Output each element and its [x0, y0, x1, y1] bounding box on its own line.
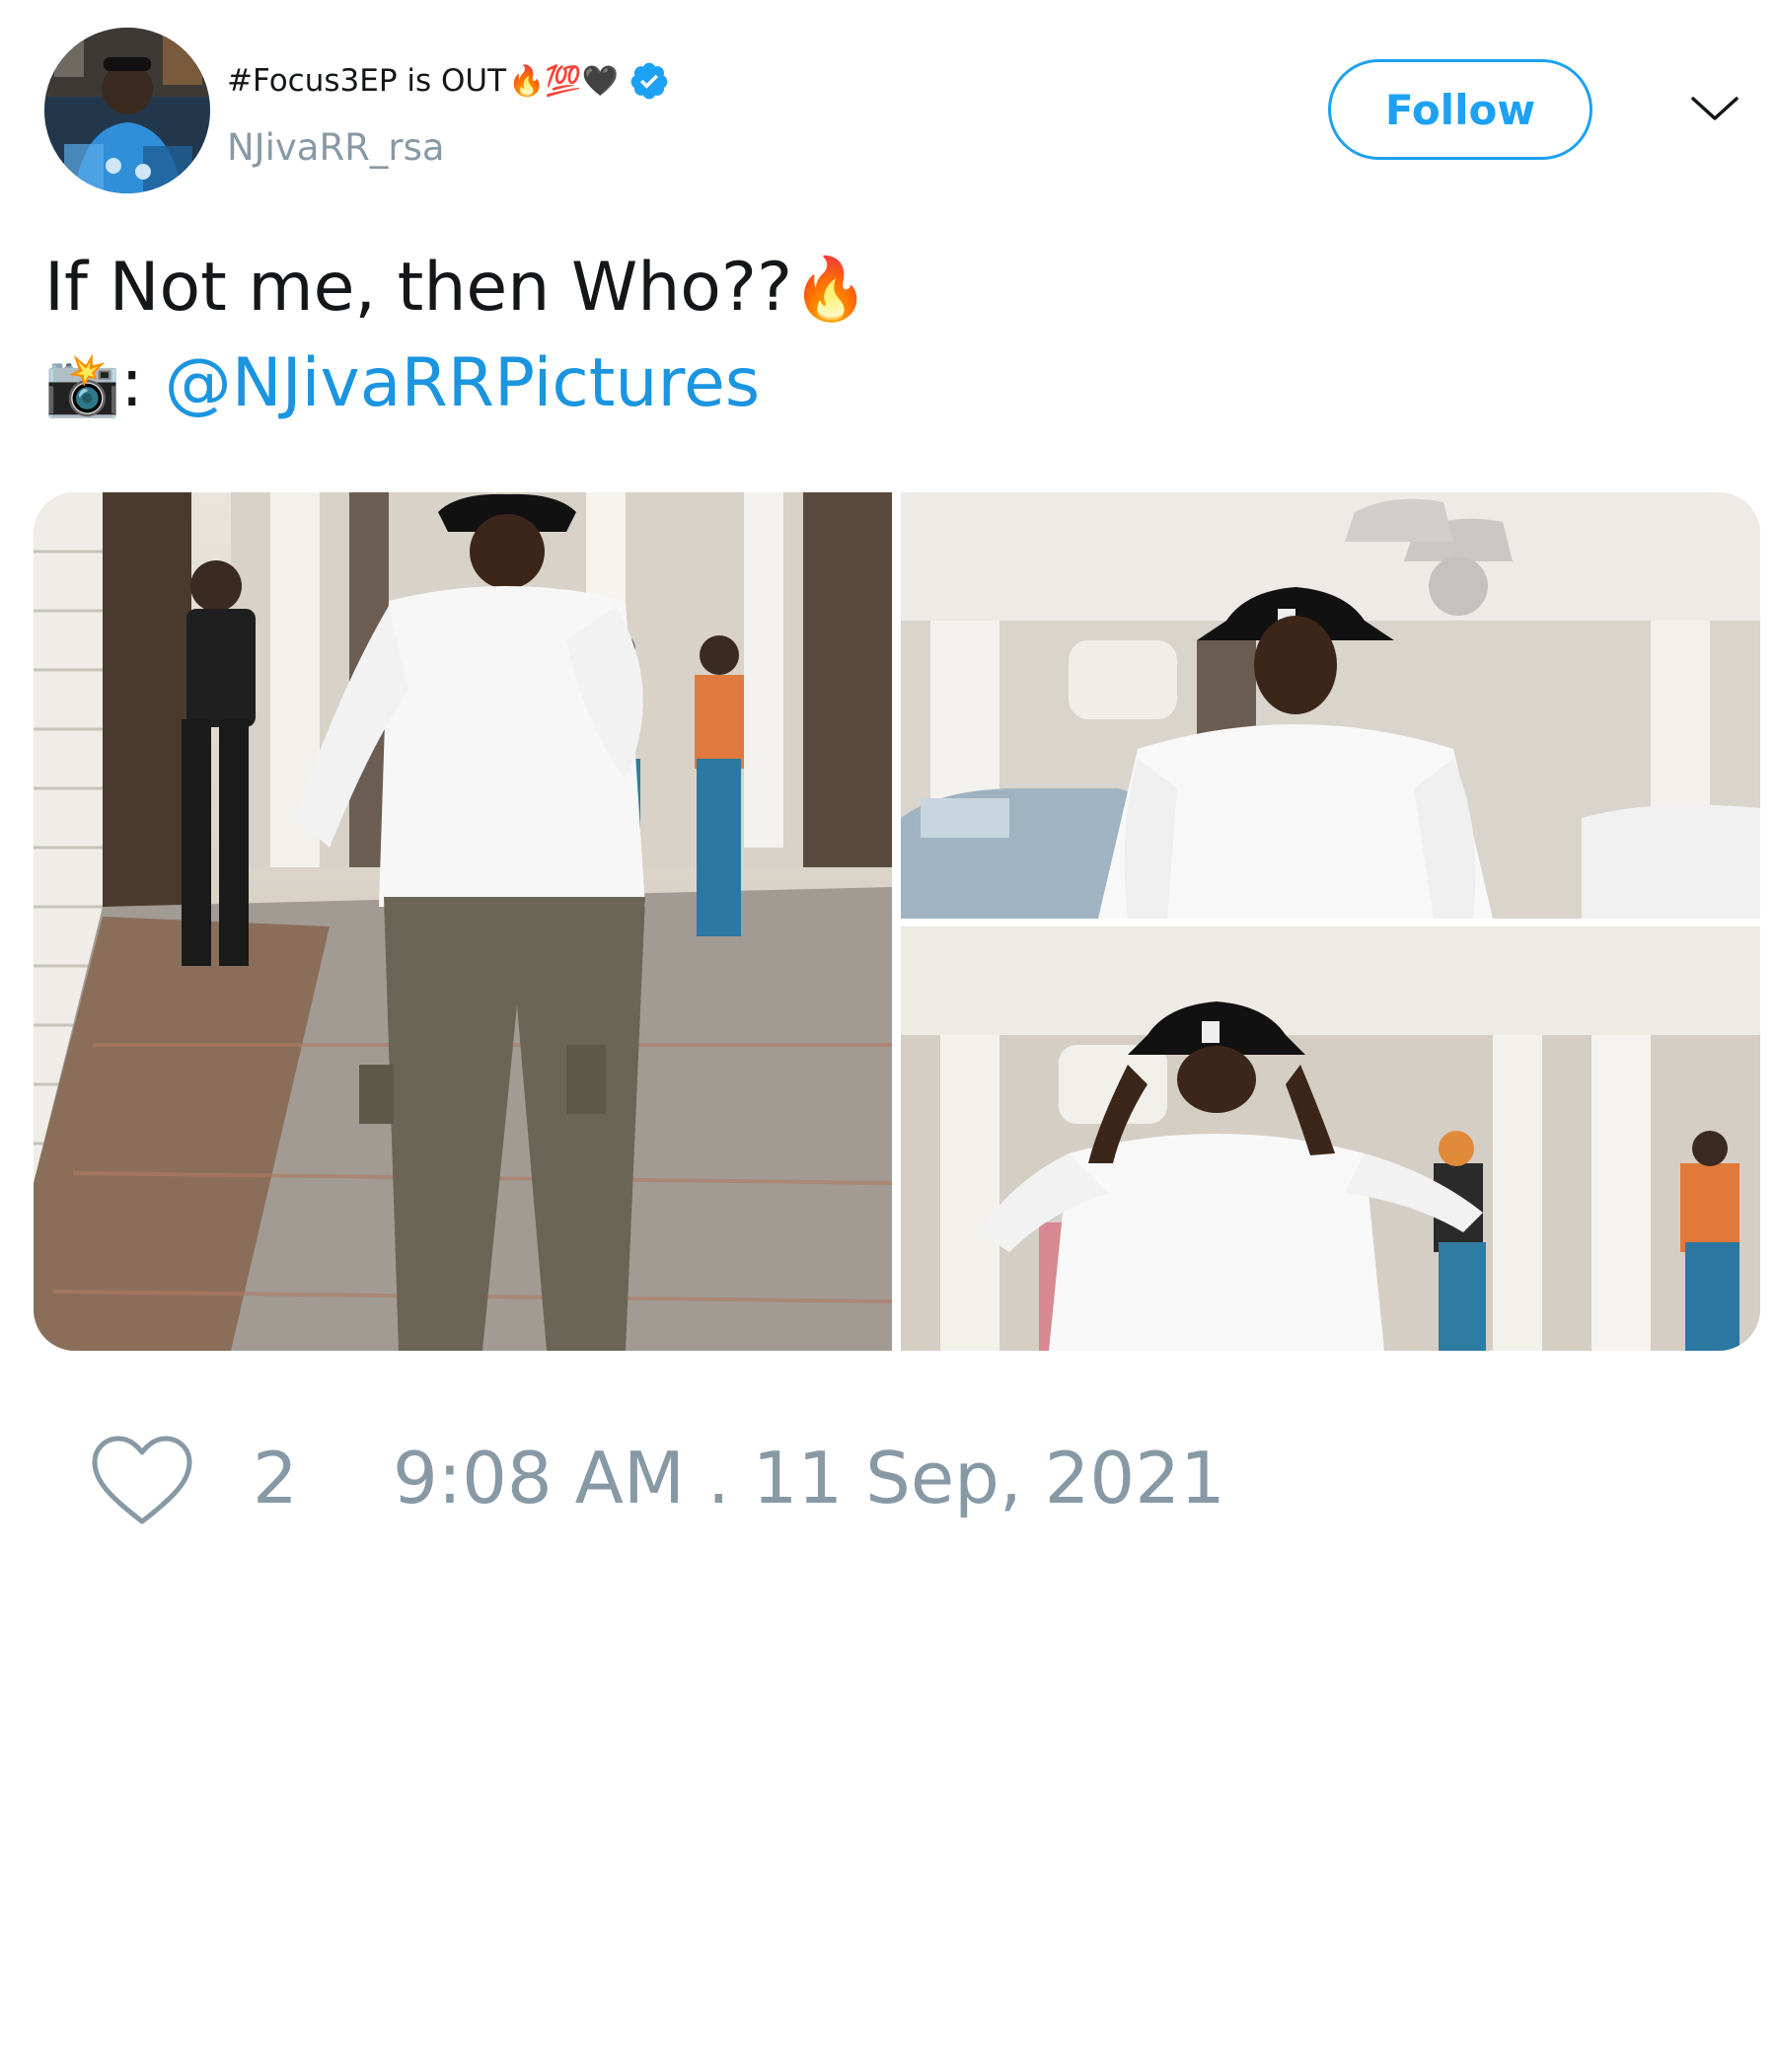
- profile-avatar[interactable]: [44, 28, 210, 193]
- like-count[interactable]: 2: [253, 1437, 298, 1519]
- photo-1[interactable]: [34, 492, 892, 1351]
- chevron-down-icon[interactable]: [1689, 89, 1740, 128]
- tweet-line-2: 📸: @NJivaRRPictures: [44, 336, 868, 432]
- photo-man-bucket-hat-closeup: [901, 492, 1760, 919]
- photo-man-standing-full-body: [34, 492, 892, 1351]
- tweet-line-1: If Not me, then Who??🔥: [44, 241, 868, 336]
- media-grid: [34, 492, 1760, 1351]
- verified-badge-icon: [630, 62, 668, 100]
- mention-link[interactable]: @NJivaRRPictures: [165, 344, 761, 422]
- tweet-line-1-text: If Not me, then Who??: [44, 249, 793, 327]
- heart-outline-icon[interactable]: [89, 1433, 195, 1527]
- tweet-timestamp[interactable]: 9:08 AM . 11 Sep, 2021: [393, 1437, 1225, 1519]
- follow-button[interactable]: Follow: [1328, 59, 1592, 160]
- fire-emoji: 🔥: [792, 253, 869, 325]
- display-name-row[interactable]: #Focus3EP is OUT 🔥💯🖤: [227, 59, 670, 103]
- tweet-text: If Not me, then Who??🔥 📸: @NJivaRRPictur…: [44, 241, 868, 432]
- tweet-line-2-separator: :: [120, 344, 165, 422]
- avatar-photo: [44, 28, 210, 193]
- photo-2[interactable]: [901, 492, 1760, 919]
- photo-man-adjusting-hat: [901, 926, 1760, 1351]
- photo-3[interactable]: [901, 926, 1760, 1351]
- display-name[interactable]: #Focus3EP is OUT: [227, 63, 506, 99]
- user-handle[interactable]: NJivaRR_rsa: [227, 126, 445, 169]
- display-name-emoji: 🔥💯🖤: [508, 63, 620, 99]
- camera-flash-emoji: 📸: [44, 348, 121, 420]
